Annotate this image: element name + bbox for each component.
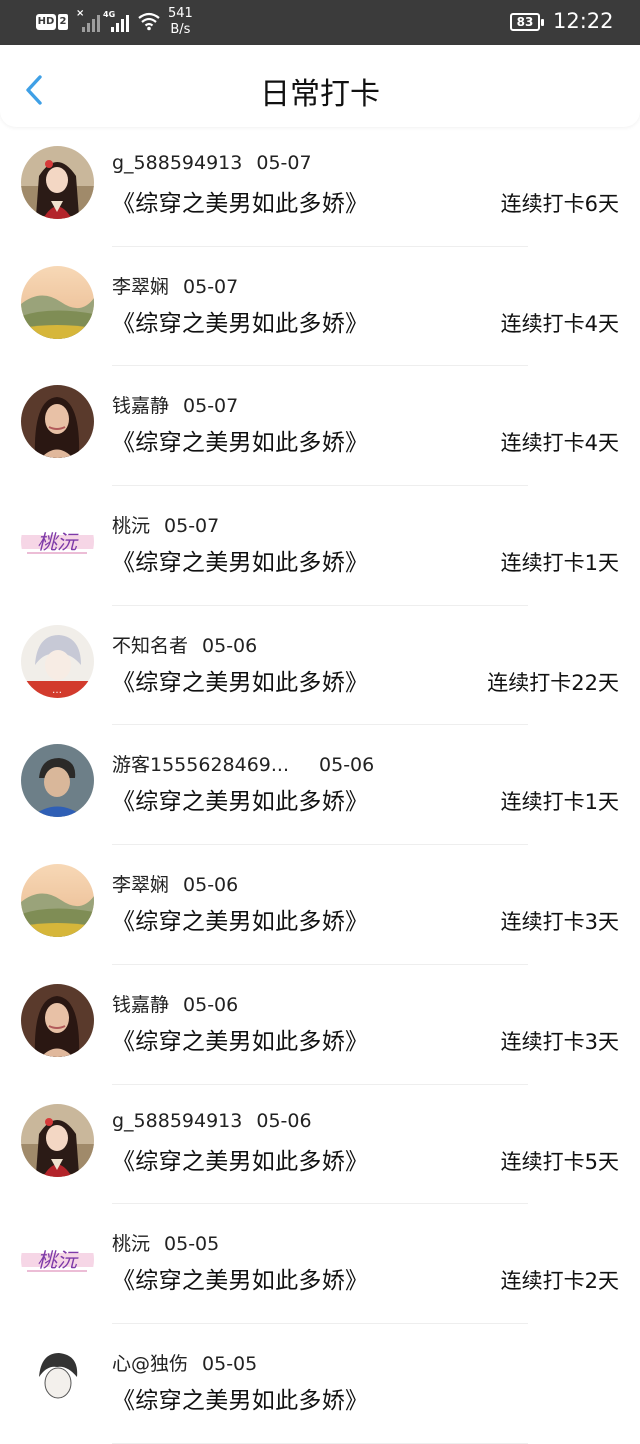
avatar-text-logo[interactable]: 桃沅 <box>21 505 94 579</box>
streak-count: 连续打卡4天 <box>500 311 619 336</box>
checkin-date: 05-06 <box>202 634 258 657</box>
streak-count: 连续打卡1天 <box>500 790 619 815</box>
checkin-row[interactable]: 游客1555628469... 05-06 《综穿之美男如此多娇》 连续打卡1天 <box>0 725 640 846</box>
row-meta: 钱嘉静 05-07 <box>112 391 238 418</box>
checkin-date: 05-06 <box>319 754 375 777</box>
checkin-date: 05-06 <box>183 993 239 1016</box>
checkin-row[interactable]: … 不知名者 05-06 《综穿之美男如此多娇》 连续打卡22天 <box>0 606 640 726</box>
book-title[interactable]: 《综穿之美男如此多娇》 <box>112 1142 368 1176</box>
username[interactable]: g_588594913 <box>112 152 242 174</box>
checkin-row[interactable]: 心@独伤 05-05 《综穿之美男如此多娇》 <box>0 1324 640 1444</box>
book-title[interactable]: 《综穿之美男如此多娇》 <box>112 423 368 457</box>
streak-count: 连续打卡2天 <box>500 1269 619 1294</box>
avatar-woman-portrait[interactable] <box>21 983 94 1057</box>
username[interactable]: 钱嘉静 <box>112 395 169 417</box>
row-meta: 不知名者 05-06 <box>112 631 257 658</box>
streak-count: 连续打卡3天 <box>500 1029 619 1054</box>
book-title[interactable]: 《综穿之美男如此多娇》 <box>112 1261 368 1295</box>
status-bar: HD 2 × 4G 541 B/s 83 12:22 <box>0 0 640 45</box>
checkin-list: g_588594913 05-07 《综穿之美男如此多娇》 连续打卡6天 李翠娴 0… <box>0 127 640 1444</box>
checkin-date: 05-07 <box>164 515 220 538</box>
book-title[interactable]: 《综穿之美男如此多娇》 <box>112 184 368 218</box>
book-title[interactable]: 《综穿之美男如此多娇》 <box>112 1022 368 1056</box>
avatar-landscape[interactable] <box>21 265 94 339</box>
username[interactable]: 不知名者 <box>112 635 188 657</box>
row-meta: g_588594913 05-06 <box>112 1110 312 1132</box>
wifi-icon <box>138 12 160 31</box>
battery-icon: 83 <box>510 13 544 31</box>
streak-count: 连续打卡22天 <box>487 670 619 695</box>
book-title[interactable]: 《综穿之美男如此多娇》 <box>112 782 368 816</box>
net-speed: 541 B/s <box>168 6 193 37</box>
row-meta: 桃沅 05-07 <box>112 511 219 538</box>
avatar-landscape[interactable] <box>21 864 94 938</box>
username[interactable]: 游客1555628469... <box>112 754 289 776</box>
username[interactable]: 李翠娴 <box>112 874 169 896</box>
username[interactable]: 桃沅 <box>112 1233 150 1255</box>
svg-text:桃沅: 桃沅 <box>37 1248 79 1272</box>
streak-count: 连续打卡4天 <box>500 431 619 456</box>
row-meta: 钱嘉静 05-06 <box>112 990 238 1017</box>
svg-text:…: … <box>52 685 62 696</box>
page-title: 日常打卡 <box>260 77 380 112</box>
row-divider <box>112 1442 528 1444</box>
checkin-date: 05-06 <box>256 1109 312 1132</box>
avatar-sketch-boy[interactable] <box>21 1342 94 1416</box>
signal-4g-icon: 4G <box>103 10 129 32</box>
row-meta: 李翠娴 05-06 <box>112 870 238 897</box>
checkin-date: 05-07 <box>183 275 239 298</box>
username[interactable]: 心@独伤 <box>112 1353 188 1375</box>
username[interactable]: 钱嘉静 <box>112 994 169 1016</box>
username[interactable]: g_588594913 <box>112 1110 242 1132</box>
checkin-date: 05-07 <box>256 152 312 174</box>
signal-icon: × <box>76 8 100 32</box>
checkin-date: 05-05 <box>164 1233 220 1256</box>
svg-text:桃沅: 桃沅 <box>37 530 79 554</box>
page-header: 日常打卡 <box>0 45 640 127</box>
streak-count: 连续打卡5天 <box>500 1149 619 1174</box>
row-meta: 心@独伤 05-05 <box>112 1349 257 1376</box>
checkin-row[interactable]: 李翠娴 05-06 《综穿之美男如此多娇》 连续打卡3天 <box>0 845 640 965</box>
checkin-row[interactable]: 钱嘉静 05-07 《综穿之美男如此多娇》 连续打卡4天 <box>0 366 640 487</box>
hd-icon: HD <box>36 14 56 30</box>
avatar-text-logo[interactable]: 桃沅 <box>21 1223 94 1297</box>
avatar-anime-boy[interactable]: … <box>21 624 94 698</box>
checkin-row[interactable]: g_588594913 05-07 《综穿之美男如此多娇》 连续打卡6天 <box>0 127 640 247</box>
avatar-girl-ancient[interactable] <box>21 146 94 219</box>
clock: 12:22 <box>553 9 614 33</box>
book-title[interactable]: 《综穿之美男如此多娇》 <box>112 902 368 936</box>
checkin-row[interactable]: g_588594913 05-06 《综穿之美男如此多娇》 连续打卡5天 <box>0 1085 640 1205</box>
row-meta: g_588594913 05-07 <box>112 152 312 174</box>
checkin-row[interactable]: 李翠娴 05-07 《综穿之美男如此多娇》 连续打卡4天 <box>0 247 640 367</box>
username[interactable]: 桃沅 <box>112 515 150 537</box>
checkin-date: 05-07 <box>183 395 239 418</box>
book-title[interactable]: 《综穿之美男如此多娇》 <box>112 1381 368 1415</box>
avatar-man-portrait[interactable] <box>21 744 94 818</box>
avatar-woman-portrait[interactable] <box>21 385 94 459</box>
checkin-date: 05-05 <box>202 1352 258 1375</box>
avatar-girl-ancient[interactable] <box>21 1103 94 1177</box>
book-title[interactable]: 《综穿之美男如此多娇》 <box>112 663 368 697</box>
streak-count: 连续打卡1天 <box>500 551 619 576</box>
row-meta: 桃沅 05-05 <box>112 1229 219 1256</box>
username[interactable]: 李翠娴 <box>112 276 169 298</box>
row-meta: 游客1555628469... 05-06 <box>112 750 374 777</box>
book-title[interactable]: 《综穿之美男如此多娇》 <box>112 304 368 338</box>
checkin-row[interactable]: 桃沅 桃沅 05-05 《综穿之美男如此多娇》 连续打卡2天 <box>0 1204 640 1324</box>
checkin-row[interactable]: 钱嘉静 05-06 《综穿之美男如此多娇》 连续打卡3天 <box>0 965 640 1085</box>
checkin-row[interactable]: 桃沅 桃沅 05-07 《综穿之美男如此多娇》 连续打卡1天 <box>0 486 640 606</box>
book-title[interactable]: 《综穿之美男如此多娇》 <box>112 543 368 577</box>
sim-slot-icon: 2 <box>58 14 68 30</box>
streak-count: 连续打卡6天 <box>500 192 619 216</box>
checkin-date: 05-06 <box>183 874 239 897</box>
row-meta: 李翠娴 05-07 <box>112 272 238 299</box>
streak-count: 连续打卡3天 <box>500 910 619 935</box>
